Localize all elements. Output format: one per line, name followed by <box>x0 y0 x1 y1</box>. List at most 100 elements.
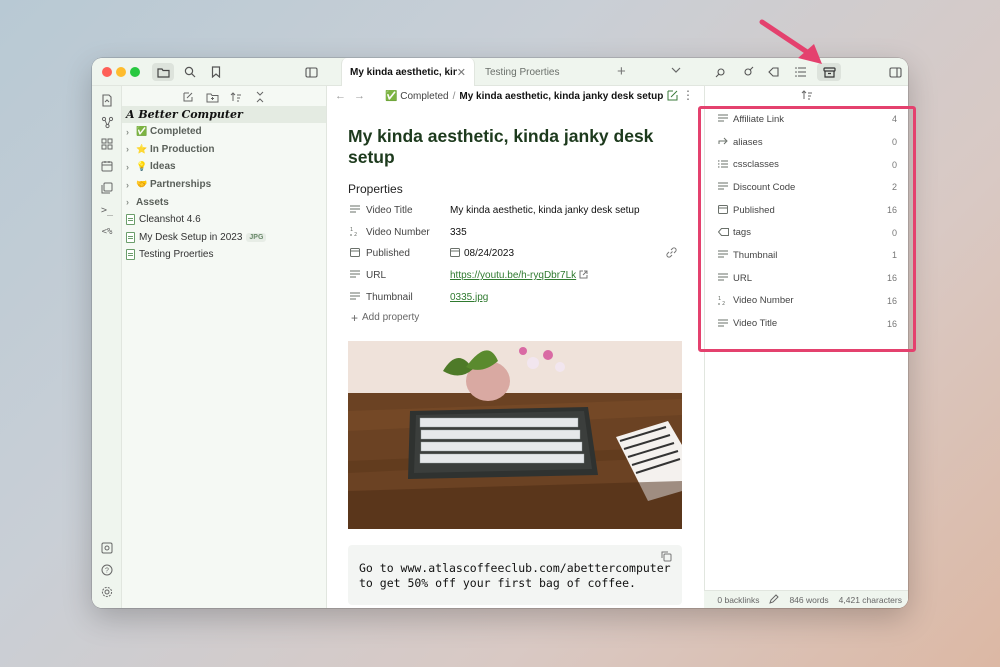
collapse-right-sidebar-icon[interactable] <box>884 63 906 81</box>
daily-note-calendar-icon[interactable] <box>100 159 114 173</box>
number-icon[interactable]: 12 <box>348 226 362 239</box>
all-properties-item[interactable]: tags 0 <box>705 221 908 244</box>
property-key[interactable]: Video Title <box>366 205 450 216</box>
help-icon[interactable]: ? <box>100 563 114 577</box>
all-properties-item[interactable]: cssclasses 0 <box>705 153 908 176</box>
minimize-window-button[interactable] <box>116 67 126 77</box>
terminal-icon[interactable]: >_ <box>100 203 114 217</box>
back-arrow-icon[interactable]: ← <box>335 90 346 102</box>
property-value[interactable]: My kinda aesthetic, kinda janky desk set… <box>450 205 683 216</box>
tab-desk-setup[interactable]: My kinda aesthetic, kinda... ✕ <box>341 58 475 86</box>
all-properties-item[interactable]: Video Title 16 <box>705 312 908 335</box>
property-row[interactable]: URL https://youtu.be/h-ryqDbr7Lk <box>348 265 683 287</box>
all-properties-icon[interactable] <box>817 63 841 81</box>
vault-switcher-icon[interactable] <box>100 541 114 555</box>
collapse-left-sidebar-icon[interactable] <box>300 63 322 81</box>
breadcrumb-separator: / <box>452 90 456 102</box>
property-key[interactable]: Thumbnail <box>366 292 450 303</box>
properties-heading[interactable]: Properties <box>348 182 683 196</box>
sort-icon[interactable] <box>801 89 813 104</box>
all-properties-item[interactable]: Thumbnail 1 <box>705 244 908 267</box>
property-row[interactable]: Published 08/24/2023 <box>348 243 683 265</box>
property-key[interactable]: Video Number <box>366 227 450 238</box>
all-properties-item[interactable]: URL 16 <box>705 267 908 290</box>
collapse-all-icon[interactable] <box>253 90 267 104</box>
backlinks-icon[interactable] <box>710 63 732 81</box>
tab-testing-properties[interactable]: Testing Proerties <box>477 58 607 86</box>
breadcrumb-current[interactable]: My kinda aesthetic, kinda janky desk set… <box>459 91 663 102</box>
tags-icon[interactable] <box>764 63 786 81</box>
close-window-button[interactable] <box>102 67 112 77</box>
property-name: Thumbnail <box>733 249 778 261</box>
folder-item[interactable]: › 🤝 Partnerships <box>122 176 326 194</box>
close-tab-icon[interactable]: ✕ <box>457 66 466 79</box>
property-row[interactable]: Thumbnail 0335.jpg <box>348 286 683 308</box>
sort-icon[interactable] <box>229 90 243 104</box>
new-note-icon[interactable] <box>181 90 195 104</box>
all-properties-item[interactable]: Affiliate Link 4 <box>705 108 908 131</box>
zoom-window-button[interactable] <box>130 67 140 77</box>
chevron-right-icon[interactable]: › <box>126 162 136 172</box>
all-properties-item[interactable]: Published 16 <box>705 199 908 222</box>
property-name: Affiliate Link <box>733 113 785 125</box>
desk-photo-illustration <box>348 340 682 529</box>
calendar-icon[interactable] <box>348 247 362 260</box>
backlinks-count[interactable]: 0 backlinks <box>717 595 759 605</box>
property-value[interactable]: 0335.jpg <box>450 292 683 303</box>
settings-gear-icon[interactable] <box>100 585 114 599</box>
chevron-right-icon[interactable]: › <box>126 144 136 154</box>
file-item[interactable]: My Desk Setup in 2023 JPG <box>122 229 326 247</box>
all-properties-item[interactable]: 1 2 Video Number 16 <box>705 290 908 313</box>
external-link-icon[interactable] <box>579 270 588 282</box>
link-icon[interactable] <box>666 247 677 261</box>
copy-code-icon[interactable] <box>661 551 672 566</box>
property-key[interactable]: URL <box>366 270 450 281</box>
text-icon[interactable] <box>348 205 362 216</box>
files-tab-icon[interactable] <box>152 63 174 81</box>
graph-view-icon[interactable] <box>100 115 114 129</box>
app-window: My kinda aesthetic, kinda... ✕ Testing P… <box>92 58 908 608</box>
property-value[interactable]: https://youtu.be/h-ryqDbr7Lk <box>450 270 576 281</box>
chevron-right-icon[interactable]: › <box>126 180 136 190</box>
folder-item[interactable]: › 💡 Ideas <box>122 158 326 176</box>
pencil-icon[interactable] <box>769 593 780 606</box>
templates-icon[interactable] <box>100 181 114 195</box>
breadcrumb-parent[interactable]: ✅ Completed <box>385 91 449 102</box>
text-icon[interactable] <box>348 292 362 303</box>
all-properties-item[interactable]: aliases 0 <box>705 131 908 154</box>
note-title[interactable]: My kinda aesthetic, kinda janky desk set… <box>348 126 683 168</box>
edit-mode-icon[interactable] <box>667 90 678 104</box>
new-folder-icon[interactable] <box>205 90 219 104</box>
property-usage-count: 0 <box>891 227 897 238</box>
file-item[interactable]: Cleanshot 4.6 <box>122 211 326 229</box>
all-properties-item[interactable]: Discount Code 2 <box>705 176 908 199</box>
vault-name[interactable]: A Better Computer <box>122 106 326 123</box>
code-percent-icon[interactable]: <% <box>100 225 114 239</box>
chevron-right-icon[interactable]: › <box>126 197 136 207</box>
text-icon[interactable] <box>348 270 362 281</box>
canvas-icon[interactable] <box>100 137 114 151</box>
outline-icon[interactable] <box>790 63 812 81</box>
chevron-down-icon[interactable] <box>671 65 681 77</box>
file-icon <box>126 231 135 243</box>
folder-item[interactable]: › ⭐ In Production <box>122 141 326 159</box>
open-quick-switcher-icon[interactable] <box>100 93 114 107</box>
property-row[interactable]: Video Title My kinda aesthetic, kinda jan… <box>348 200 683 222</box>
chevron-right-icon[interactable]: › <box>126 127 136 137</box>
property-value[interactable]: 335 <box>450 227 683 238</box>
folder-item[interactable]: › ✅ Completed <box>122 123 326 141</box>
property-value[interactable]: 08/24/2023 <box>464 248 666 259</box>
code-block[interactable]: Go to www.atlascoffeeclub.com/abettercom… <box>348 544 682 605</box>
folder-item[interactable]: › Assets <box>122 193 326 211</box>
bookmark-icon[interactable] <box>205 63 227 81</box>
outgoing-links-icon[interactable] <box>737 63 759 81</box>
date-picker-icon[interactable] <box>450 247 460 260</box>
file-item[interactable]: Testing Proerties <box>122 246 326 264</box>
property-row[interactable]: 1 2 Video Number 335 <box>348 222 683 244</box>
forward-arrow-icon[interactable]: → <box>354 90 365 102</box>
more-options-icon[interactable]: ⋮ <box>682 88 694 102</box>
property-key[interactable]: Published <box>366 248 450 259</box>
add-property-button[interactable]: + Add property <box>348 311 683 325</box>
search-icon[interactable] <box>179 63 201 81</box>
new-tab-icon[interactable]: + <box>617 63 626 80</box>
